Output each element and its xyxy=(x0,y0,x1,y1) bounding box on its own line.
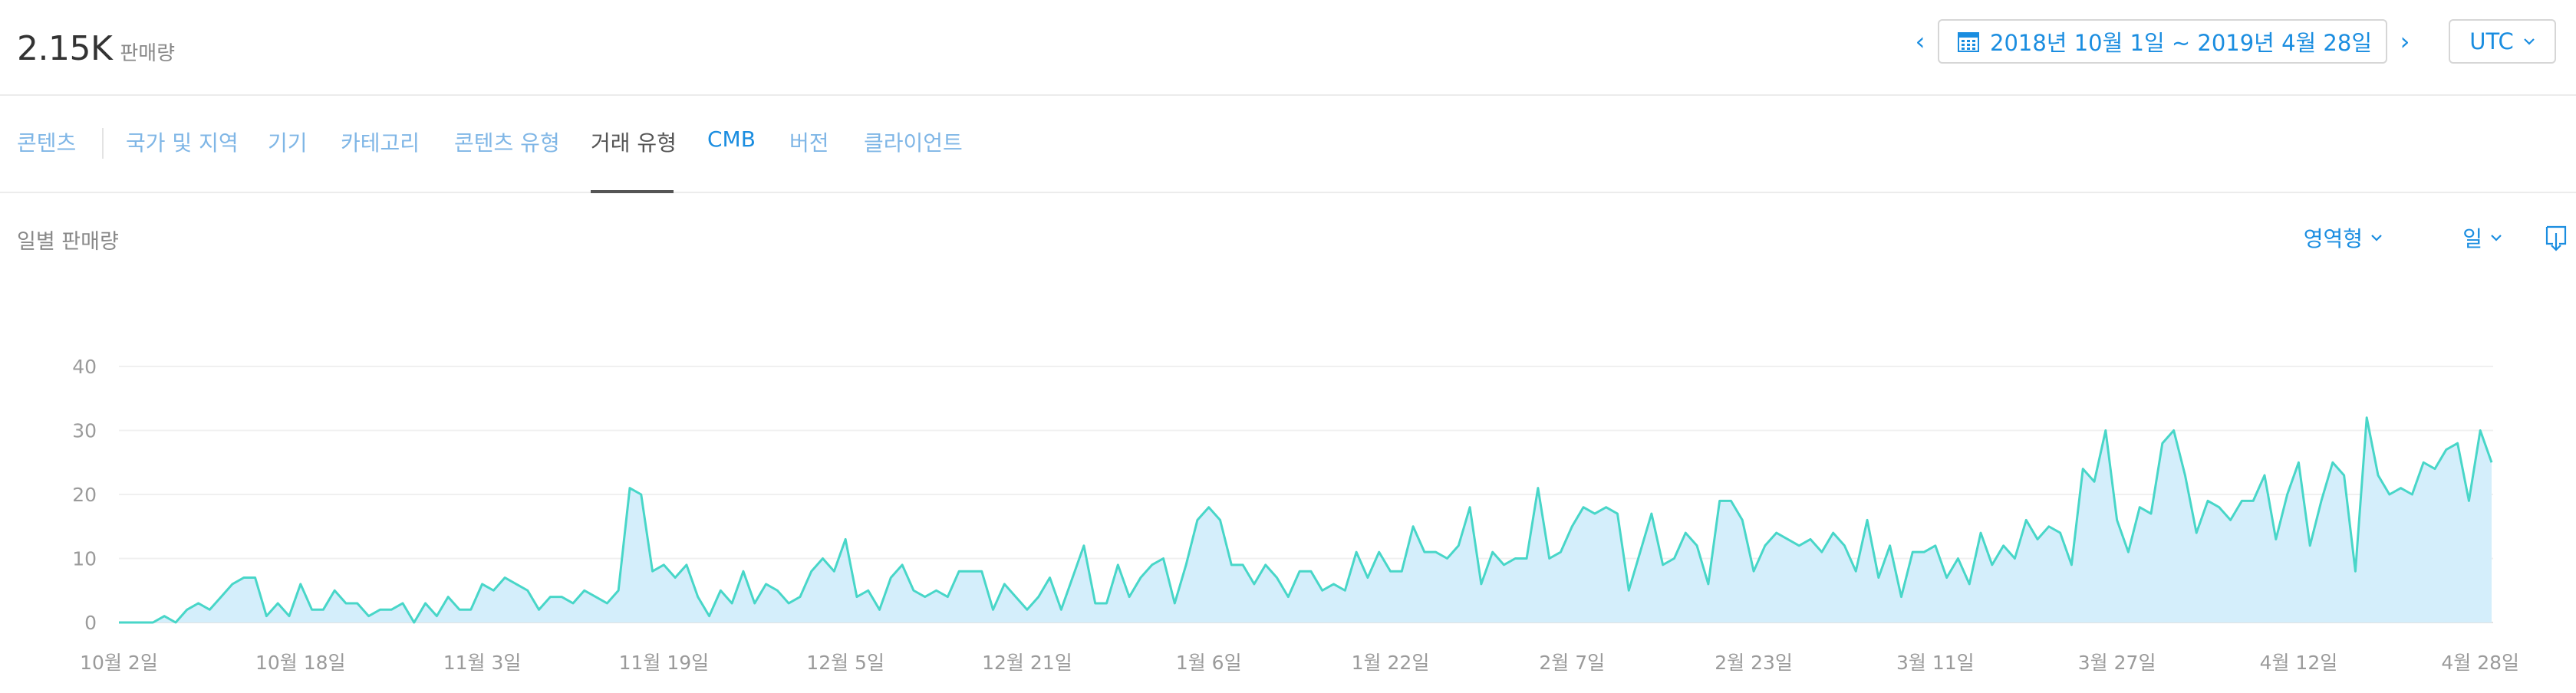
x-tick-label: 2월 7일 xyxy=(1539,652,1605,674)
x-tick-label: 10월 18일 xyxy=(255,652,346,674)
daily-sales-chart: 0 10 20 30 40 10월 2일 10월 18일 11월 3일 11월 19일 12월 … xyxy=(72,356,2519,674)
x-tick-label: 3월 27일 xyxy=(2078,652,2156,674)
x-tick-label: 12월 21일 xyxy=(982,652,1072,674)
x-axis-ticks: 10월 2일 10월 18일 11월 3일 11월 19일 12월 5일 12월 21일 1… xyxy=(80,652,2519,674)
x-tick-label: 10월 2일 xyxy=(80,652,158,674)
y-axis-ticks: 0 10 20 30 40 xyxy=(72,356,97,634)
y-tick-label: 0 xyxy=(84,612,97,634)
x-tick-label: 12월 5일 xyxy=(806,652,884,674)
y-tick-label: 10 xyxy=(72,548,97,570)
x-tick-label: 4월 28일 xyxy=(2441,652,2519,674)
x-tick-label: 2월 23일 xyxy=(1715,652,1793,674)
x-tick-label: 4월 12일 xyxy=(2260,652,2338,674)
y-tick-label: 20 xyxy=(72,484,97,506)
y-tick-label: 30 xyxy=(72,420,97,442)
x-tick-label: 1월 22일 xyxy=(1352,652,1430,674)
x-tick-label: 1월 6일 xyxy=(1176,652,1242,674)
x-tick-label: 11월 19일 xyxy=(619,652,710,674)
y-tick-label: 40 xyxy=(72,356,97,378)
x-tick-label: 11월 3일 xyxy=(443,652,522,674)
x-tick-label: 3월 11일 xyxy=(1896,652,1975,674)
